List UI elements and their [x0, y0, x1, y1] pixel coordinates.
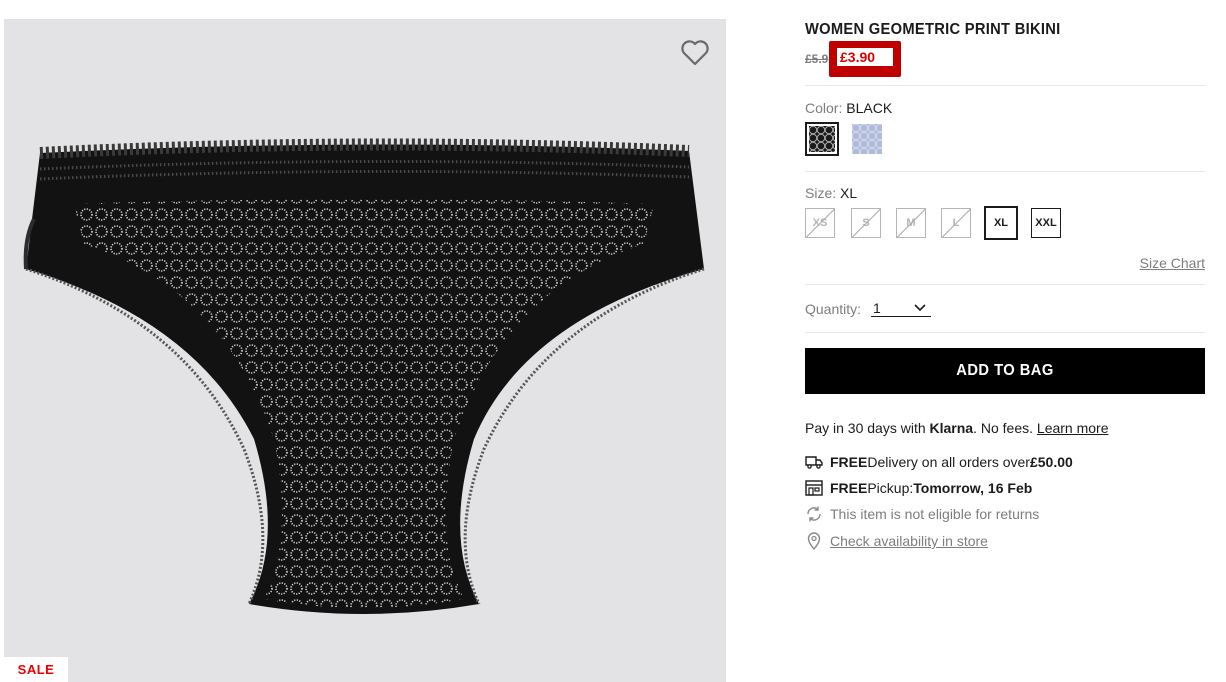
swatch-pattern: [809, 126, 835, 152]
color-swatch-black[interactable]: [805, 122, 839, 156]
size-label: Size: XL: [805, 185, 857, 201]
truck-icon: [805, 453, 823, 471]
sale-price: £3.90: [837, 48, 893, 66]
returns-icon: [805, 505, 823, 523]
product-title: WOMEN GEOMETRIC PRINT BIKINI: [805, 21, 1061, 38]
pickup-free: FREE: [830, 480, 868, 496]
pickup-when: Tomorrow, 16 Feb: [913, 480, 1033, 496]
quantity-label: Quantity:: [805, 300, 862, 317]
size-chart-link[interactable]: Size Chart: [1140, 255, 1205, 271]
size-option-l[interactable]: L: [941, 208, 971, 238]
store-icon: [805, 479, 823, 497]
color-swatch-light-blue[interactable]: [852, 124, 882, 154]
pickup-info: FREE Pickup: Tomorrow, 16 Feb: [805, 479, 1032, 497]
delivery-info: FREE Delivery on all orders over £50.00: [805, 453, 1073, 471]
size-value: XL: [840, 185, 858, 201]
divider: [805, 171, 1205, 172]
sale-badge: SALE: [4, 657, 68, 682]
store-availability: Check availability in store: [805, 532, 988, 550]
size-option-s[interactable]: S: [851, 208, 881, 238]
klarna-suffix: . No fees.: [973, 420, 1037, 436]
product-image: [23, 138, 705, 614]
color-label: Color: BLACK: [805, 100, 892, 116]
product-gallery: SALE: [4, 19, 726, 682]
klarna-message: Pay in 30 days with Klarna. No fees. Lea…: [805, 420, 1109, 436]
quantity-select[interactable]: 1: [871, 300, 932, 317]
divider: [805, 85, 1205, 86]
price-highlight-box: £3.90: [829, 41, 901, 77]
pickup-text: Pickup:: [867, 480, 914, 496]
returns-info: This item is not eligible for returns: [805, 505, 1039, 523]
size-label-text: Size:: [805, 185, 837, 201]
heart-icon[interactable]: [680, 39, 710, 67]
location-pin-icon: [805, 532, 823, 550]
add-to-bag-button[interactable]: ADD TO BAG: [805, 348, 1205, 394]
check-availability-link[interactable]: Check availability in store: [830, 533, 988, 549]
quantity-row: Quantity: 1: [805, 300, 932, 317]
delivery-amount: £50.00: [1029, 454, 1073, 470]
delivery-free: FREE: [830, 454, 868, 470]
size-option-xs[interactable]: XS: [805, 208, 835, 238]
size-option-xl[interactable]: XL: [984, 206, 1018, 240]
klarna-brand: Klarna: [929, 420, 974, 436]
size-option-m[interactable]: M: [896, 208, 926, 238]
add-to-bag-label: ADD TO BAG: [956, 362, 1054, 379]
learn-more-link[interactable]: Learn more: [1037, 420, 1109, 436]
color-label-text: Color:: [805, 100, 843, 116]
klarna-prefix: Pay in 30 days with: [805, 420, 930, 436]
returns-text: This item is not eligible for returns: [830, 506, 1040, 522]
divider: [805, 332, 1205, 333]
chevron-down-icon: [914, 304, 926, 312]
quantity-value: 1: [873, 300, 881, 316]
original-price: £5.9: [805, 52, 829, 66]
divider: [805, 284, 1205, 285]
delivery-text: Delivery on all orders over: [867, 454, 1030, 470]
color-value: BLACK: [846, 100, 893, 116]
size-option-xxl[interactable]: XXL: [1031, 208, 1061, 238]
